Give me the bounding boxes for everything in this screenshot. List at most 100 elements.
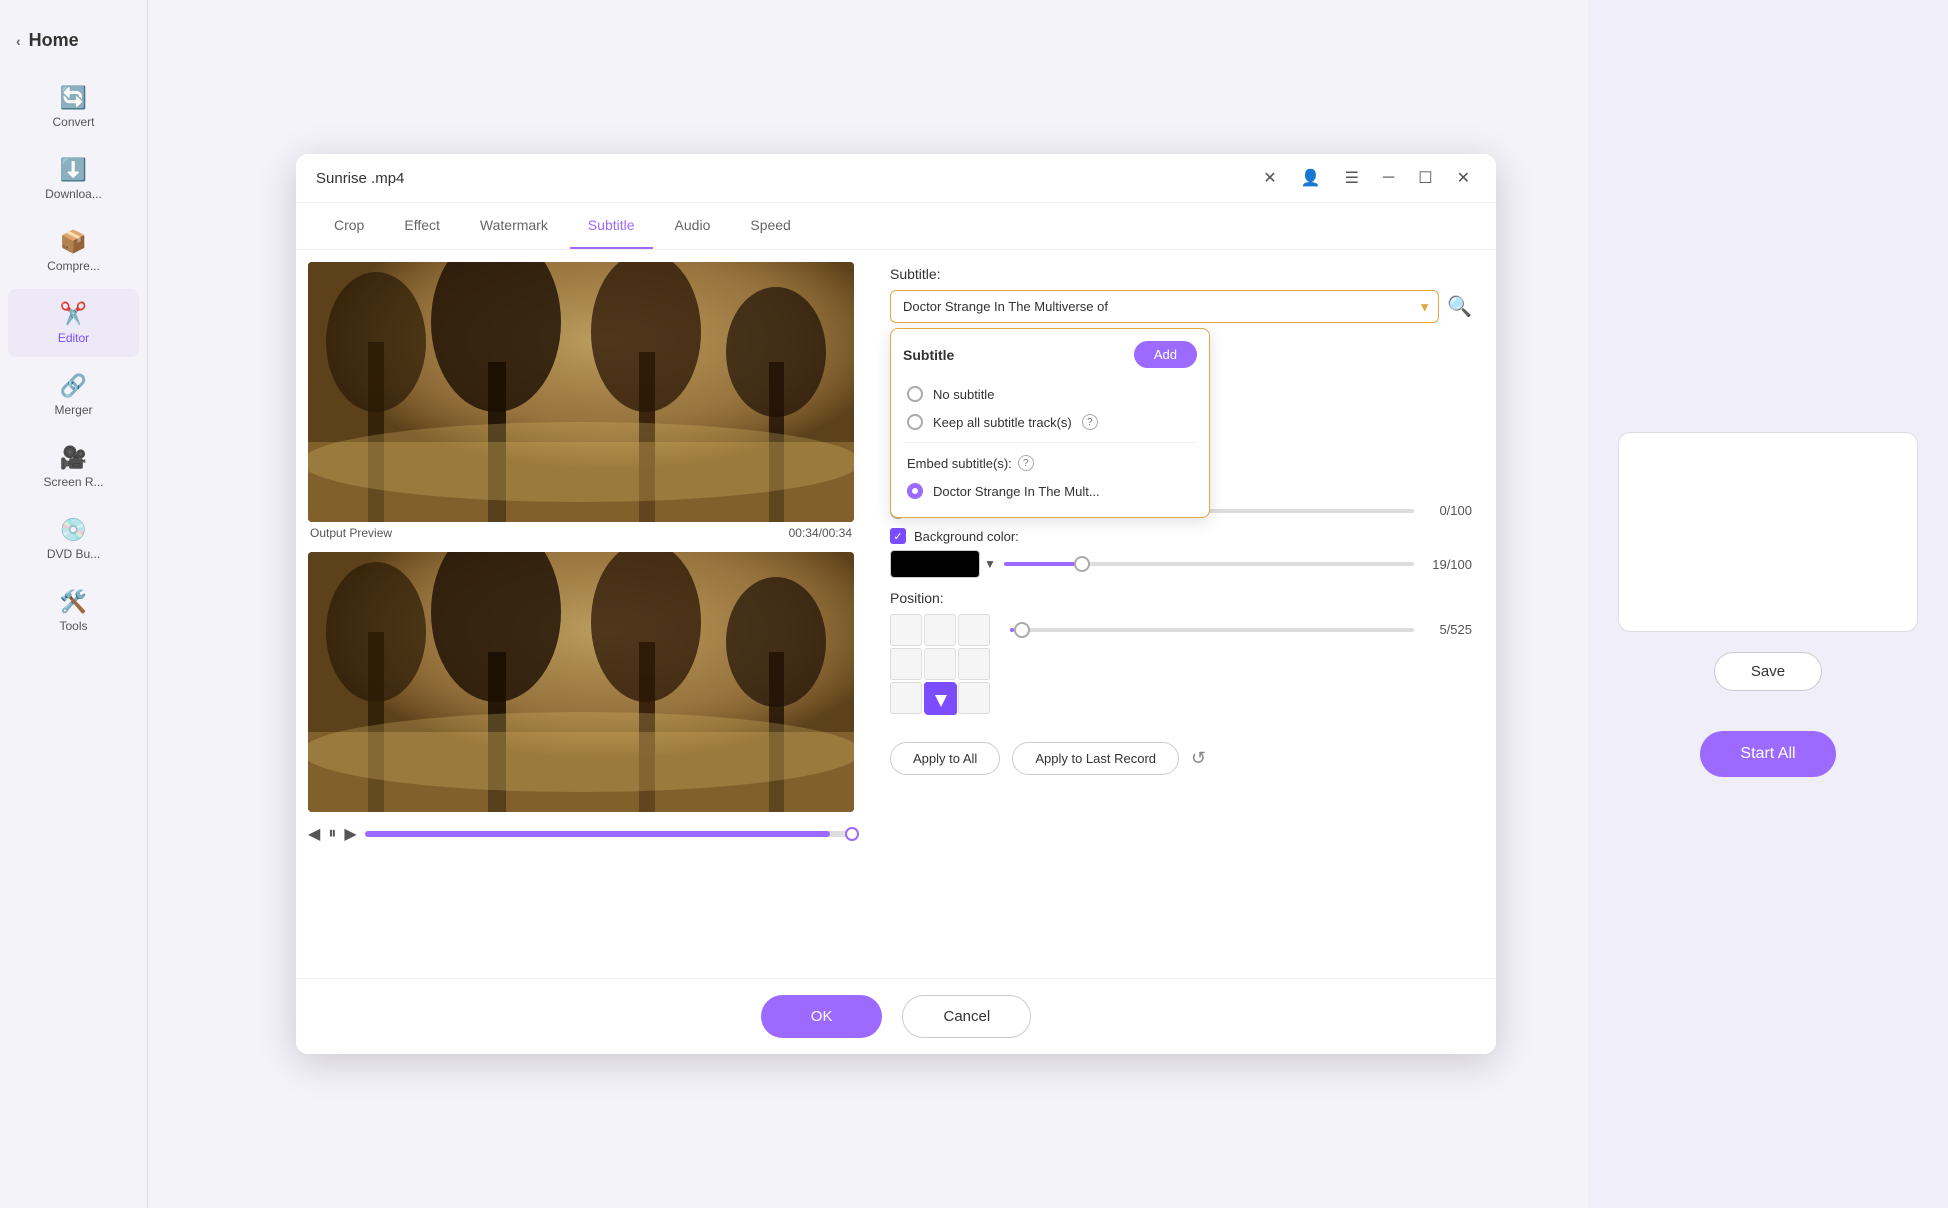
doctor-strange-radio[interactable] [907,483,923,499]
background-color-row: ✓ Background color: [890,528,1472,544]
convert-icon: 🔄 [60,85,87,111]
position-active-icon [925,683,957,715]
subtitle-select[interactable]: Doctor Strange In The Multiverse of [890,290,1439,323]
start-all-button[interactable]: Start All [1700,731,1835,777]
merger-icon: 🔗 [60,373,87,399]
no-subtitle-label: No subtitle [933,387,994,402]
sidebar-home-label: Home [29,30,79,51]
compress-icon: 📦 [60,229,87,255]
titlebar-controls: ✕ 👤 ☰ ─ ☐ ✕ [1257,166,1476,190]
tab-speed[interactable]: Speed [732,203,808,249]
sidebar-item-merger[interactable]: 🔗 Merger [8,361,139,429]
doctor-strange-option[interactable]: Doctor Strange In The Mult... [903,477,1197,505]
titlebar-menu-icon[interactable]: ☰ [1339,166,1365,190]
no-subtitle-radio[interactable] [907,386,923,402]
sidebar-item-compress[interactable]: 📦 Compre... [8,217,139,285]
doctor-strange-label: Doctor Strange In The Mult... [933,484,1100,499]
tab-subtitle[interactable]: Subtitle [570,203,653,249]
embed-help-icon[interactable]: ? [1018,455,1034,471]
position-cell-mc[interactable] [924,648,956,680]
dialog-titlebar: Sunrise .mp4 ✕ 👤 ☰ ─ ☐ ✕ [296,154,1496,203]
dropdown-title: Subtitle [903,347,954,363]
position-cell-br[interactable] [958,682,990,714]
position-grid [890,614,990,714]
bg-opacity-slider-track[interactable] [1004,562,1414,566]
position-cell-ml[interactable] [890,648,922,680]
sidebar-item-tools[interactable]: 🛠️ Tools [8,577,139,645]
position-label: Position: [890,590,1472,606]
sidebar-item-dvd[interactable]: 💿 DVD Bu... [8,505,139,573]
color-swatch-wrap: ▼ [890,550,996,578]
background-color-checkbox[interactable]: ✓ [890,528,906,544]
tab-crop[interactable]: Crop [316,203,382,249]
prev-frame-button[interactable]: ◀ [308,824,320,844]
pause-button[interactable]: ⏸ [328,825,336,843]
add-subtitle-button[interactable]: Add [1134,341,1197,368]
dvd-icon: 💿 [60,517,87,543]
titlebar-close-icon[interactable]: ✕ [1257,166,1282,190]
bg-opacity-thumb[interactable] [1074,556,1090,572]
position-cell-bl[interactable] [890,682,922,714]
progress-thumb[interactable] [845,827,859,841]
save-button[interactable]: Save [1714,652,1822,691]
keep-all-help-icon[interactable]: ? [1082,414,1098,430]
color-dropdown-caret-icon[interactable]: ▼ [984,557,996,571]
action-row: Apply to All Apply to Last Record ↺ [890,742,1472,775]
titlebar-settings-icon[interactable]: 👤 [1295,166,1327,190]
subtitle-select-wrap: Doctor Strange In The Multiverse of ▼ Su… [890,290,1439,323]
tab-effect[interactable]: Effect [386,203,458,249]
dropdown-header: Subtitle Add [903,341,1197,368]
position-cell-mr[interactable] [958,648,990,680]
titlebar-close-button[interactable]: ✕ [1451,166,1476,190]
sidebar-item-screenr[interactable]: 🎥 Screen R... [8,433,139,501]
no-subtitle-option[interactable]: No subtitle [903,380,1197,408]
dialog-title: Sunrise .mp4 [316,170,404,187]
sidebar-home[interactable]: ‹ Home [0,20,147,61]
apply-to-all-button[interactable]: Apply to All [890,742,1000,775]
refresh-button[interactable]: ↺ [1191,748,1206,769]
color-selector-row: ▼ 19/100 [890,550,1472,578]
next-frame-button[interactable]: ▶ [344,824,356,844]
position-slider-row: 5/525 [1010,622,1472,637]
position-value: 5/525 [1422,622,1472,637]
keep-all-radio[interactable] [907,414,923,430]
keep-all-option[interactable]: Keep all subtitle track(s) ? [903,408,1197,436]
embed-section-label: Embed subtitle(s): ? [903,449,1197,477]
bg-opacity-fill [1004,562,1082,566]
position-cell-tr[interactable] [958,614,990,646]
video-timestamp: 00:34/00:34 [789,526,852,540]
position-slider-track[interactable] [1010,628,1414,632]
titlebar-maximize-button[interactable]: ☐ [1412,166,1438,190]
dialog-body: Output Preview 00:34/00:34 [296,250,1496,978]
position-slider-thumb[interactable] [1014,622,1030,638]
tab-watermark[interactable]: Watermark [462,203,566,249]
sidebar-item-editor[interactable]: ✂️ Editor [8,289,139,357]
ok-button[interactable]: OK [761,995,883,1038]
position-cell-bc[interactable] [924,682,956,714]
sidebar: ‹ Home 🔄 Convert ⬇️ Downloa... 📦 Compre.… [0,0,148,1208]
bg-opacity-value: 19/100 [1422,557,1472,572]
position-cell-tl[interactable] [890,614,922,646]
video-preview-top [308,262,854,522]
cancel-button[interactable]: Cancel [902,995,1031,1038]
sidebar-label-tools: Tools [59,619,87,633]
color-swatch[interactable] [890,550,980,578]
forest-bottom-svg [308,552,854,812]
tab-audio[interactable]: Audio [657,203,729,249]
convert-queue-box [1618,432,1918,632]
position-cell-tc[interactable] [924,614,956,646]
subtitle-dropdown-popup: Subtitle Add No subtitle Keep all subtit… [890,328,1210,518]
sidebar-item-download[interactable]: ⬇️ Downloa... [8,145,139,213]
chevron-left-icon: ‹ [16,33,21,49]
search-subtitle-button[interactable]: 🔍 [1447,294,1472,319]
download-icon: ⬇️ [60,157,87,183]
dialog-tabs: Crop Effect Watermark Subtitle Audio Spe… [296,203,1496,250]
apply-to-last-button[interactable]: Apply to Last Record [1012,742,1179,775]
sidebar-label-convert: Convert [52,115,94,129]
progress-bar[interactable] [365,831,854,837]
sidebar-item-convert[interactable]: 🔄 Convert [8,73,139,141]
video-preview-bottom [308,552,854,812]
sidebar-label-screenr: Screen R... [43,475,103,489]
progress-fill [365,831,830,837]
titlebar-minimize-button[interactable]: ─ [1377,167,1400,189]
